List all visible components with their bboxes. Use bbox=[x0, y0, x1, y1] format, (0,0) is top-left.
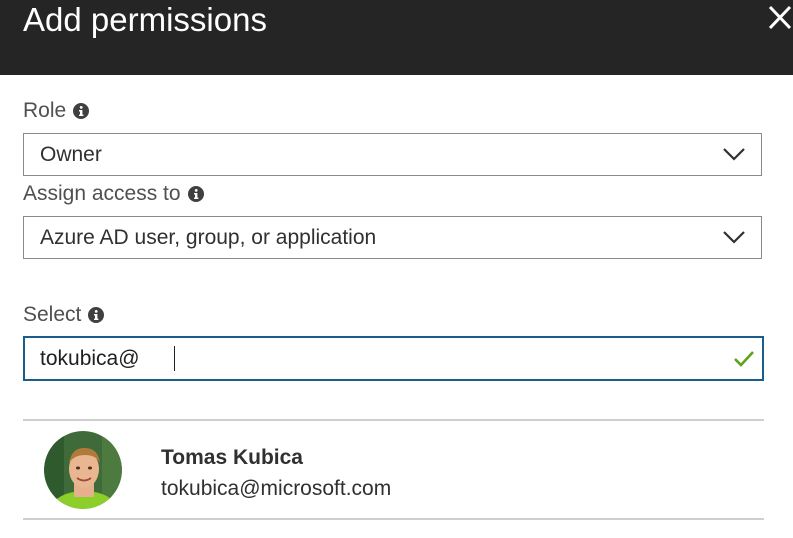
search-result-item[interactable]: Tomas Kubica tokubica@microsoft.com bbox=[23, 421, 764, 519]
checkmark-icon bbox=[734, 351, 754, 367]
results-bottom-divider bbox=[23, 518, 764, 520]
info-icon[interactable] bbox=[187, 186, 204, 202]
blade-header: Add permissions bbox=[0, 0, 793, 75]
role-label-row: Role bbox=[23, 99, 90, 123]
select-label-row: Select bbox=[23, 303, 105, 327]
select-search-input[interactable] bbox=[40, 338, 680, 379]
select-label: Select bbox=[23, 303, 82, 326]
close-icon bbox=[768, 5, 792, 30]
assign-access-selected-value: Azure AD user, group, or application bbox=[40, 226, 377, 249]
assign-access-label-row: Assign access to bbox=[23, 182, 204, 206]
chevron-down-icon bbox=[723, 231, 745, 244]
role-dropdown[interactable]: Owner bbox=[23, 133, 762, 176]
select-search-field[interactable] bbox=[23, 336, 764, 381]
info-icon[interactable] bbox=[73, 103, 90, 119]
assign-access-label: Assign access to bbox=[23, 182, 181, 205]
result-user-email: tokubica@microsoft.com bbox=[161, 477, 392, 500]
role-label: Role bbox=[23, 99, 67, 122]
text-caret bbox=[174, 346, 175, 371]
info-icon[interactable] bbox=[88, 307, 105, 323]
assign-access-dropdown[interactable]: Azure AD user, group, or application bbox=[23, 216, 762, 259]
avatar bbox=[44, 431, 122, 509]
chevron-down-icon bbox=[723, 148, 745, 161]
result-user-name: Tomas Kubica bbox=[161, 446, 303, 469]
role-selected-value: Owner bbox=[40, 143, 102, 166]
blade-title: Add permissions bbox=[23, 1, 267, 38]
close-button[interactable] bbox=[767, 2, 793, 32]
